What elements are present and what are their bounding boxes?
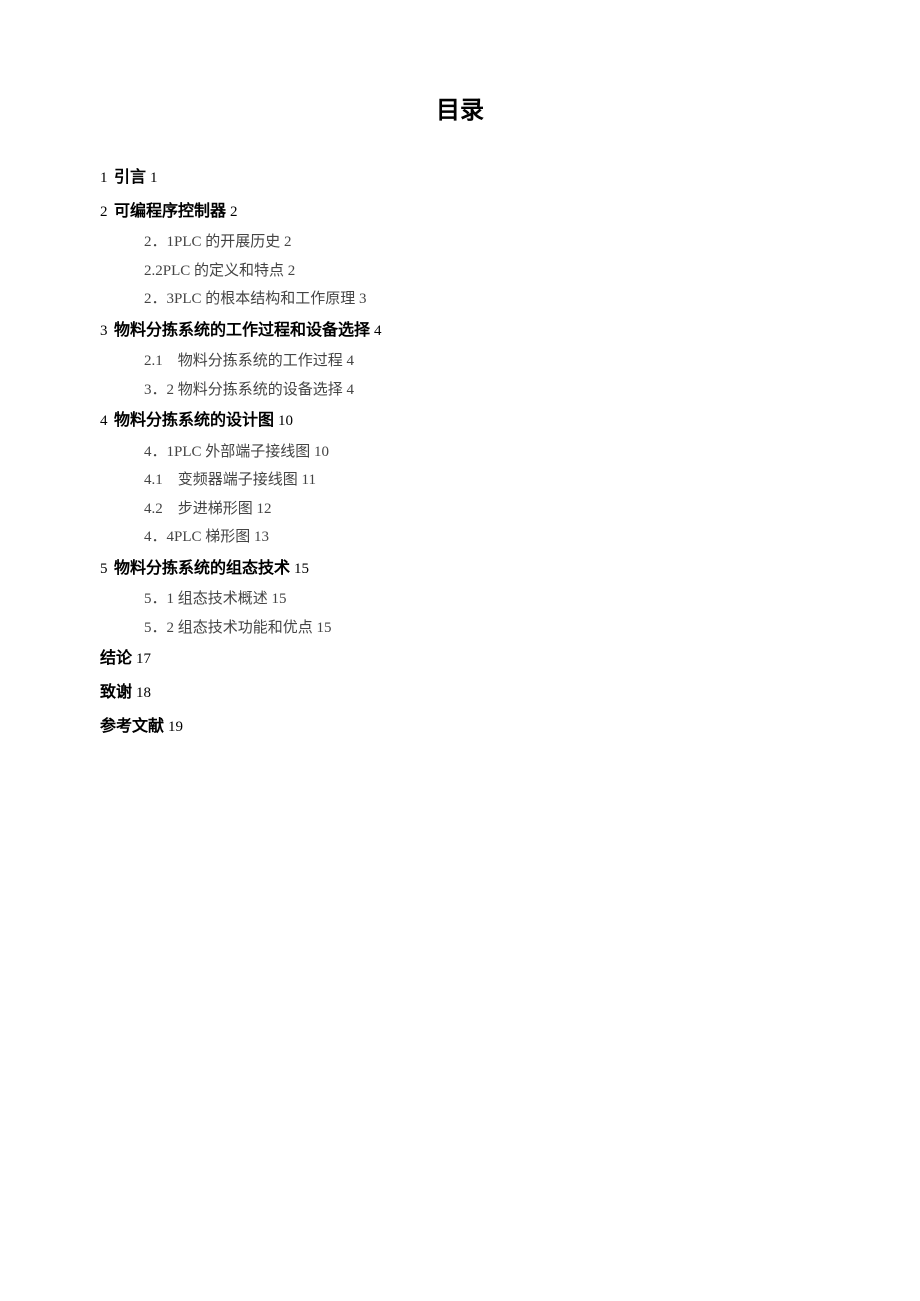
toc-subsection: 2．1PLC 的开展历史 2 [144, 228, 820, 257]
toc-section-number: 4 [100, 413, 108, 429]
toc-section-label: 引言 [114, 169, 146, 186]
toc-section-label: 致谢 [100, 684, 132, 701]
toc-subsection: 5．2 组态技术功能和优点 15 [144, 614, 820, 643]
toc-title: 目录 [100, 90, 820, 125]
toc-section-number: 5 [100, 561, 108, 577]
toc-section-number: 3 [100, 323, 108, 339]
toc-section-label: 物料分拣系统的组态技术 [114, 560, 290, 577]
toc-subsection: 2.2PLC 的定义和特点 2 [144, 257, 820, 286]
toc-page-number: 1 [150, 170, 158, 186]
toc-section-number: 1 [100, 170, 108, 186]
toc-subsection: 2.1 物料分拣系统的工作过程 4 [144, 347, 820, 376]
toc-page-number: 19 [168, 719, 183, 735]
toc-page-number: 2 [230, 204, 238, 220]
toc-subsection: 3．2 物料分拣系统的设备选择 4 [144, 376, 820, 405]
toc-section: 1 引言1 [100, 161, 820, 195]
toc-section-number: 2 [100, 204, 108, 220]
toc-subsection: 5．1 组态技术概述 15 [144, 585, 820, 614]
toc-section-label: 物料分拣系统的设计图 [114, 412, 274, 429]
toc-subsection: 4.1 变频器端子接线图 11 [144, 466, 820, 495]
toc-page-number: 18 [136, 685, 151, 701]
toc-subsection: 4.2 步进梯形图 12 [144, 495, 820, 524]
toc-section: 2 可编程序控制器2 [100, 195, 820, 229]
toc-section: 4 物料分拣系统的设计图10 [100, 404, 820, 438]
toc-page-number: 4 [374, 323, 382, 339]
toc-section-label: 物料分拣系统的工作过程和设备选择 [114, 322, 370, 339]
toc-page-number: 17 [136, 651, 151, 667]
toc-section: 5 物料分拣系统的组态技术15 [100, 552, 820, 586]
document-page: 目录 1 引言12 可编程序控制器22．1PLC 的开展历史 22.2PLC 的… [0, 0, 920, 1301]
toc-section-label: 参考文献 [100, 718, 164, 735]
toc-section-label: 可编程序控制器 [114, 203, 226, 220]
toc-subsection: 2．3PLC 的根本结构和工作原理 3 [144, 285, 820, 314]
toc-section: 3 物料分拣系统的工作过程和设备选择4 [100, 314, 820, 348]
toc-section-label: 结论 [100, 650, 132, 667]
toc-page-number: 10 [278, 413, 293, 429]
toc-page-number: 15 [294, 561, 309, 577]
toc-section: 致谢18 [100, 676, 820, 710]
toc-subsection: 4．1PLC 外部端子接线图 10 [144, 438, 820, 467]
toc-subsection: 4．4PLC 梯形图 13 [144, 523, 820, 552]
toc-section: 结论17 [100, 642, 820, 676]
toc-body: 1 引言12 可编程序控制器22．1PLC 的开展历史 22.2PLC 的定义和… [100, 161, 820, 743]
toc-section: 参考文献19 [100, 710, 820, 744]
